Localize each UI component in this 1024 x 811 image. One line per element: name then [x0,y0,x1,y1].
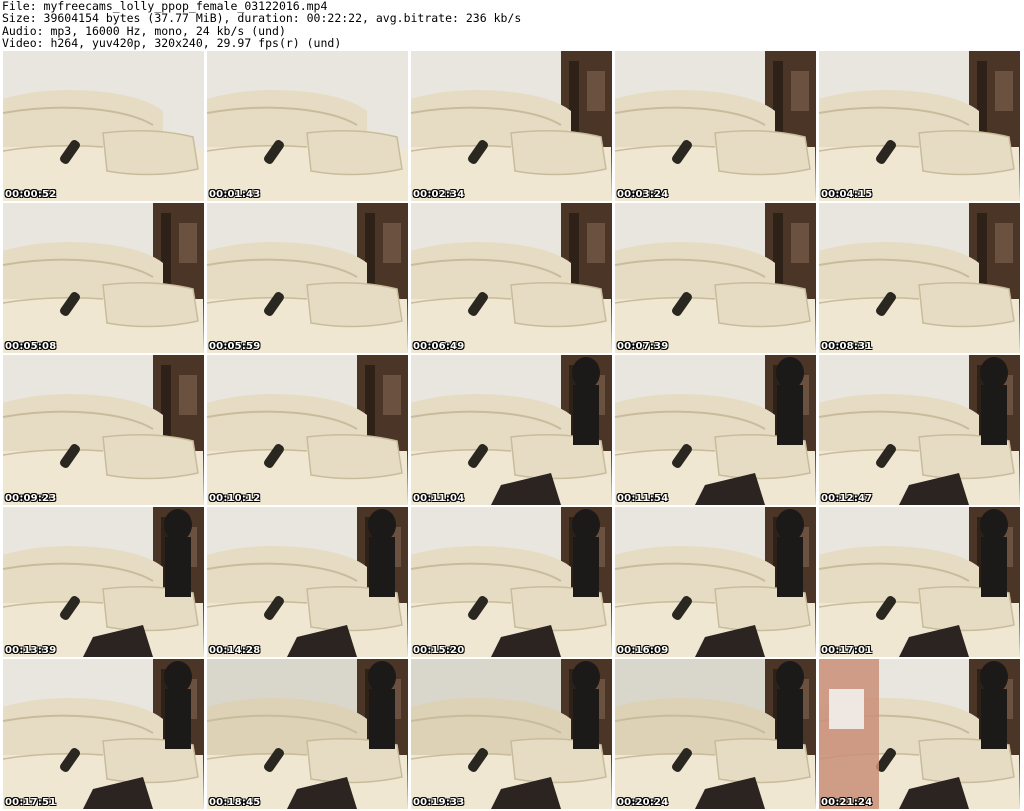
thumbnail-image [819,659,1020,809]
thumbnail-timestamp: 00:02:34 [413,189,465,200]
thumbnail-image [819,507,1020,657]
thumbnail-image [615,203,816,353]
thumbnail-timestamp: 00:09:23 [5,493,57,504]
thumbnail-timestamp: 00:10:12 [209,493,261,504]
video-thumbnail: 00:17:51 [3,659,204,809]
thumbnail-image [207,507,408,657]
video-thumbnail: 00:17:01 [819,507,1020,657]
thumbnail-timestamp: 00:17:01 [821,645,873,656]
thumbnail-image [411,203,612,353]
thumbnail-timestamp: 00:05:59 [209,341,261,352]
video-thumbnail: 00:01:43 [207,51,408,201]
video-thumbnail: 00:09:23 [3,355,204,505]
video-thumbnail: 00:05:59 [207,203,408,353]
thumbnail-timestamp: 00:13:39 [5,645,57,656]
thumbnail-image [411,355,612,505]
thumbnail-image [207,355,408,505]
video-thumbnail: 00:10:12 [207,355,408,505]
thumbnail-image [411,507,612,657]
thumbnail-image [207,51,408,201]
video-thumbnail: 00:18:45 [207,659,408,809]
thumbnail-image [411,51,612,201]
thumbnail-image [819,203,1020,353]
thumbnail-image [3,203,204,353]
video-thumbnail: 00:16:09 [615,507,816,657]
thumbnail-image [615,659,816,809]
thumbnail-timestamp: 00:05:08 [5,341,57,352]
video-thumbnail: 00:12:47 [819,355,1020,505]
thumbnail-timestamp: 00:00:52 [5,189,57,200]
thumbnail-image [615,507,816,657]
video-thumbnail: 00:14:28 [207,507,408,657]
video-thumbnail: 00:20:24 [615,659,816,809]
thumbnail-grid: 00:00:52 00:01:43 00:02:34 00:03:24 00:0… [0,0,1024,811]
thumbnail-image [819,355,1020,505]
thumbnail-timestamp: 00:14:28 [209,645,261,656]
thumbnail-image [615,355,816,505]
thumbnail-image [411,659,612,809]
thumbnail-image [3,507,204,657]
thumbnail-timestamp: 00:06:49 [413,341,465,352]
video-thumbnail: 00:08:31 [819,203,1020,353]
thumbnail-image [3,355,204,505]
thumbnail-timestamp: 00:11:54 [617,493,669,504]
thumbnail-timestamp: 00:04:15 [821,189,873,200]
thumbnail-image [207,203,408,353]
thumbnail-timestamp: 00:03:24 [617,189,669,200]
thumbnail-timestamp: 00:16:09 [617,645,669,656]
thumbnail-timestamp: 00:08:31 [821,341,873,352]
thumbnail-image [3,659,204,809]
thumbnail-timestamp: 00:17:51 [5,797,57,808]
thumbnail-timestamp: 00:20:24 [617,797,669,808]
video-thumbnail: 00:13:39 [3,507,204,657]
thumbnail-timestamp: 00:18:45 [209,797,261,808]
thumbnail-timestamp: 00:07:39 [617,341,669,352]
video-thumbnail: 00:07:39 [615,203,816,353]
thumbnail-timestamp: 00:11:04 [413,493,465,504]
thumbnail-image [207,659,408,809]
video-thumbnail: 00:15:20 [411,507,612,657]
video-thumbnail: 00:03:24 [615,51,816,201]
video-thumbnail: 00:06:49 [411,203,612,353]
thumbnail-image [3,51,204,201]
thumbnail-timestamp: 00:15:20 [413,645,465,656]
video-thumbnail: 00:19:33 [411,659,612,809]
video-thumbnail: 00:11:04 [411,355,612,505]
video-thumbnail: 00:05:08 [3,203,204,353]
thumbnail-timestamp: 00:01:43 [209,189,261,200]
video-thumbnail: 00:11:54 [615,355,816,505]
video-thumbnail: 00:21:24 [819,659,1020,809]
thumbnail-image [819,51,1020,201]
thumbnail-timestamp: 00:12:47 [821,493,873,504]
video-thumbnail: 00:02:34 [411,51,612,201]
video-thumbnail: 00:04:15 [819,51,1020,201]
thumbnail-image [615,51,816,201]
thumbnail-timestamp: 00:19:33 [413,797,465,808]
video-thumbnail: 00:00:52 [3,51,204,201]
thumbnail-timestamp: 00:21:24 [821,797,873,808]
